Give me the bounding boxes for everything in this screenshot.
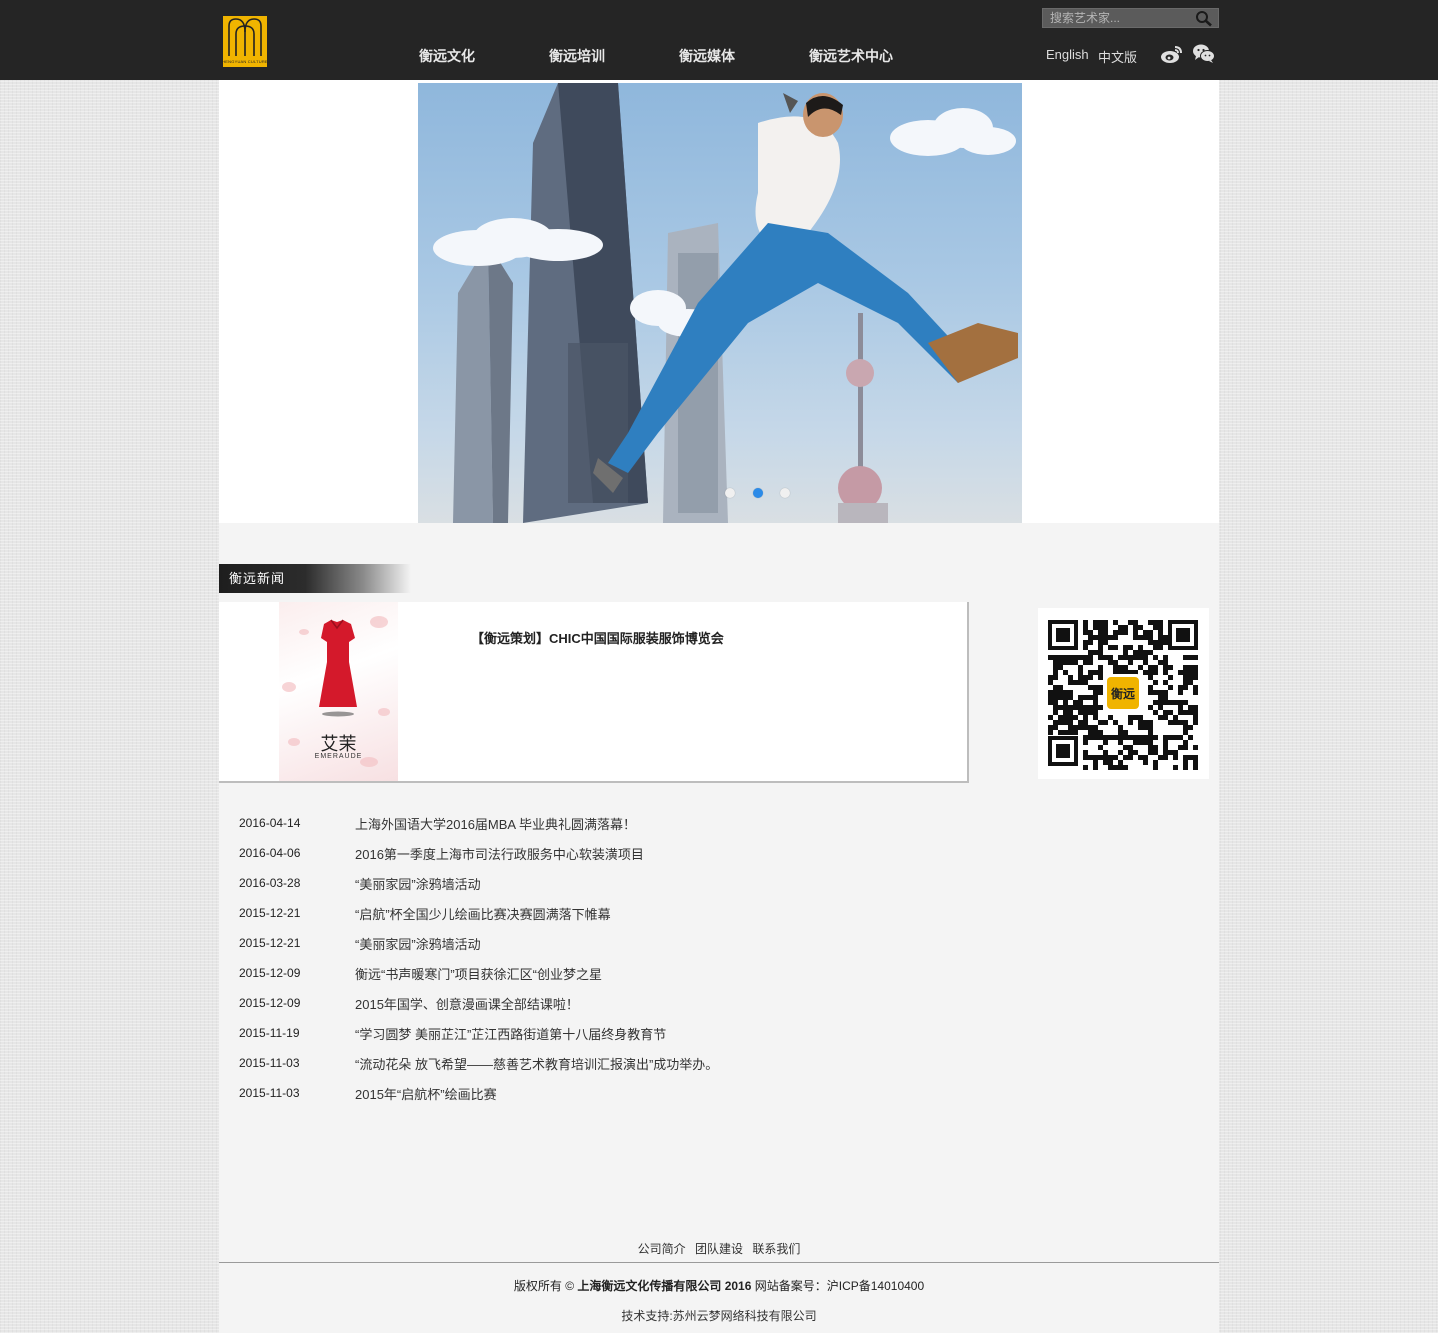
slide-dot-3[interactable] (780, 488, 790, 498)
news-date: 2015-11-03 (239, 1086, 300, 1100)
lang-chinese-link[interactable]: 中文版 (1098, 47, 1137, 66)
footer-links: 公司简介 团队建设 联系我们 (219, 1240, 1219, 1257)
footer-link-about[interactable]: 公司简介 (638, 1242, 686, 1256)
news-title-link[interactable]: 上海外国语大学2016届MBA 毕业典礼圆满落幕！ (355, 814, 636, 833)
banner-slideshow[interactable] (418, 83, 1022, 523)
nav-item-training[interactable]: 衡远培训 (549, 46, 605, 66)
news-title-link[interactable]: “启航”杯全国少儿绘画比赛决赛圆满落下帷幕 (355, 904, 611, 923)
slide-dot-1[interactable] (725, 488, 735, 498)
news-date: 2015-12-09 (239, 966, 301, 980)
news-date: 2015-11-19 (239, 1026, 300, 1040)
slide-dot-2[interactable] (753, 488, 763, 498)
news-title-link[interactable]: 2015年“启航杯”绘画比赛 (355, 1084, 497, 1103)
news-date: 2015-12-21 (239, 906, 301, 920)
news-title-link[interactable]: “流动花朵 放飞希望——慈善艺术教育培训汇报演出”成功举办。 (355, 1054, 718, 1073)
logo-text: HENGYUAN CULTURE (222, 59, 268, 64)
news-date: 2015-11-03 (239, 1056, 300, 1070)
qr-center-logo-text: 衡远 (1110, 687, 1135, 701)
news-section-title: 衡远新闻 (219, 564, 411, 593)
footer-divider (219, 1262, 1219, 1263)
news-list-item[interactable]: 2015-12-21 “启航”杯全国少儿绘画比赛决赛圆满落下帷幕 (239, 903, 939, 923)
news-date: 2016-04-06 (239, 846, 301, 860)
main-container: 衡远新闻 艾茉 EMERAUDE 【衡远策划】CHIC中国国际服装服饰博览会 衡… (219, 80, 1219, 1333)
news-title-link[interactable]: 2015年国学、创意漫画课全部结课啦！ (355, 994, 579, 1013)
news-list-item[interactable]: 2015-11-03 “流动花朵 放飞希望——慈善艺术教育培训汇报演出”成功举办。 (239, 1053, 939, 1073)
search-button[interactable] (1194, 10, 1214, 27)
search-input[interactable] (1043, 9, 1191, 27)
nav-item-culture[interactable]: 衡远文化 (419, 46, 475, 66)
news-list-item[interactable]: 2015-11-19 “学习圆梦 美丽芷江”芷江西路街道第十八届终身教育节 (239, 1023, 939, 1043)
company-logo[interactable]: HENGYUAN CULTURE (222, 16, 268, 67)
news-title-link[interactable]: “美丽家园”涂鸦墙活动 (355, 874, 481, 893)
news-list-item[interactable]: 2016-03-28 “美丽家园”涂鸦墙活动 (239, 873, 939, 893)
lang-english-link[interactable]: English (1046, 47, 1089, 62)
nav-item-media[interactable]: 衡远媒体 (679, 46, 735, 66)
news-title-link[interactable]: 2016第一季度上海市司法行政服务中心软装潢项目 (355, 844, 644, 863)
nav-item-art-center[interactable]: 衡远艺术中心 (809, 46, 893, 66)
news-title-link[interactable]: 衡远“书声暖寒门”项目获徐汇区“创业梦之星 (355, 964, 602, 983)
news-list-item[interactable]: 2015-11-03 2015年“启航杯”绘画比赛 (239, 1083, 939, 1103)
weibo-icon[interactable] (1160, 43, 1184, 65)
featured-news-card[interactable]: 艾茉 EMERAUDE 【衡远策划】CHIC中国国际服装服饰博览会 (219, 602, 969, 783)
news-title-link[interactable]: “美丽家园”涂鸦墙活动 (355, 934, 481, 953)
copyright-company: 上海衡远文化传播有限公司 2016 (577, 1279, 752, 1293)
wechat-qr-code: 衡远 (1038, 608, 1209, 779)
news-list-item[interactable]: 2015-12-09 衡远“书声暖寒门”项目获徐汇区“创业梦之星 (239, 963, 939, 983)
featured-news-title[interactable]: 【衡远策划】CHIC中国国际服装服饰博览会 (471, 628, 724, 647)
search-icon (1196, 11, 1212, 27)
featured-image-brand-en: EMERAUDE (314, 753, 363, 760)
search-box (1042, 8, 1219, 28)
news-list-item[interactable]: 2015-12-21 “美丽家园”涂鸦墙活动 (239, 933, 939, 953)
icp-number: 网站备案号：沪ICP备14010400 (751, 1279, 925, 1293)
news-title-link[interactable]: “学习圆梦 美丽芷江”芷江西路街道第十八届终身教育节 (355, 1024, 666, 1043)
footer-link-team[interactable]: 团队建设 (695, 1242, 743, 1256)
logo-mark-icon (228, 18, 262, 56)
top-header: HENGYUAN CULTURE 衡远文化 衡远培训 衡远媒体 衡远艺术中心 E… (0, 0, 1438, 80)
news-date: 2016-04-14 (239, 816, 301, 830)
banner-section (219, 80, 1219, 523)
news-date: 2015-12-21 (239, 936, 301, 950)
news-date: 2016-03-28 (239, 876, 301, 890)
featured-news-image[interactable]: 艾茉 EMERAUDE (279, 602, 398, 781)
tech-support-text: 技术支持:苏州云梦网络科技有限公司 (621, 1309, 817, 1323)
copyright-text: 版权所有 © 上海衡远文化传播有限公司 2016 网站备案号：沪ICP备1401… (219, 1277, 1219, 1294)
news-list-item[interactable]: 2016-04-14 上海外国语大学2016届MBA 毕业典礼圆满落幕！ (239, 813, 939, 833)
wechat-icon[interactable] (1192, 43, 1216, 65)
news-date: 2015-12-09 (239, 996, 301, 1010)
news-list-item[interactable]: 2015-12-09 2015年国学、创意漫画课全部结课啦！ (239, 993, 939, 1013)
banner-painting-image (433, 83, 1018, 523)
footer-link-contact[interactable]: 联系我们 (752, 1242, 800, 1256)
copyright-prefix: 版权所有 © (513, 1279, 578, 1293)
news-list-item[interactable]: 2016-04-06 2016第一季度上海市司法行政服务中心软装潢项目 (239, 843, 939, 863)
